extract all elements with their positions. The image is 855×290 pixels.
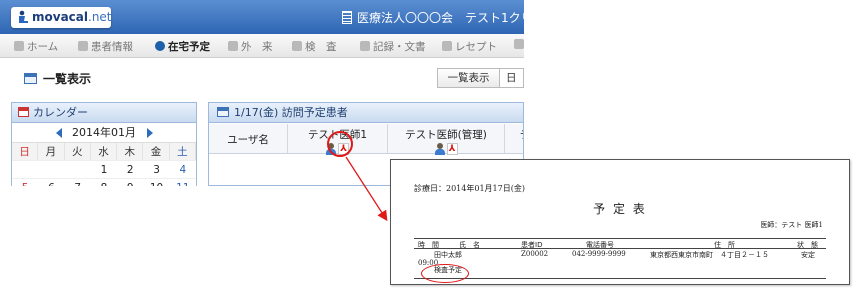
document-title: 予 定 表 [593, 202, 647, 216]
row-address: 東京都西東京市南町 ４丁目２－１５ [650, 251, 769, 259]
row-status: 安定 [801, 251, 815, 259]
schedule-pdf-preview: 診療日：2014年01月17日(金) 予 定 表 医師：テスト 医師1 時 間 … [390, 159, 850, 285]
document-table: 時 間 氏 名 患者ID 電話番号 住 所 状 態 09:00 田中太郎 検査予… [414, 238, 826, 279]
row-phone: 042-9999-9999 [572, 250, 626, 258]
document-table-row: 09:00 田中太郎 検査予定 Z00002 042-9999-9999 東京都… [414, 249, 826, 279]
highlight-circle [421, 264, 469, 283]
document-table-header: 時 間 氏 名 患者ID 電話番号 住 所 状 態 [414, 238, 826, 249]
document-doctor: 医師：テスト 医師1 [760, 221, 823, 229]
document-date: 診療日：2014年01月17日(金) [414, 184, 525, 193]
row-name: 田中太郎 [434, 251, 462, 259]
row-patient-id: Z00002 [521, 250, 549, 258]
